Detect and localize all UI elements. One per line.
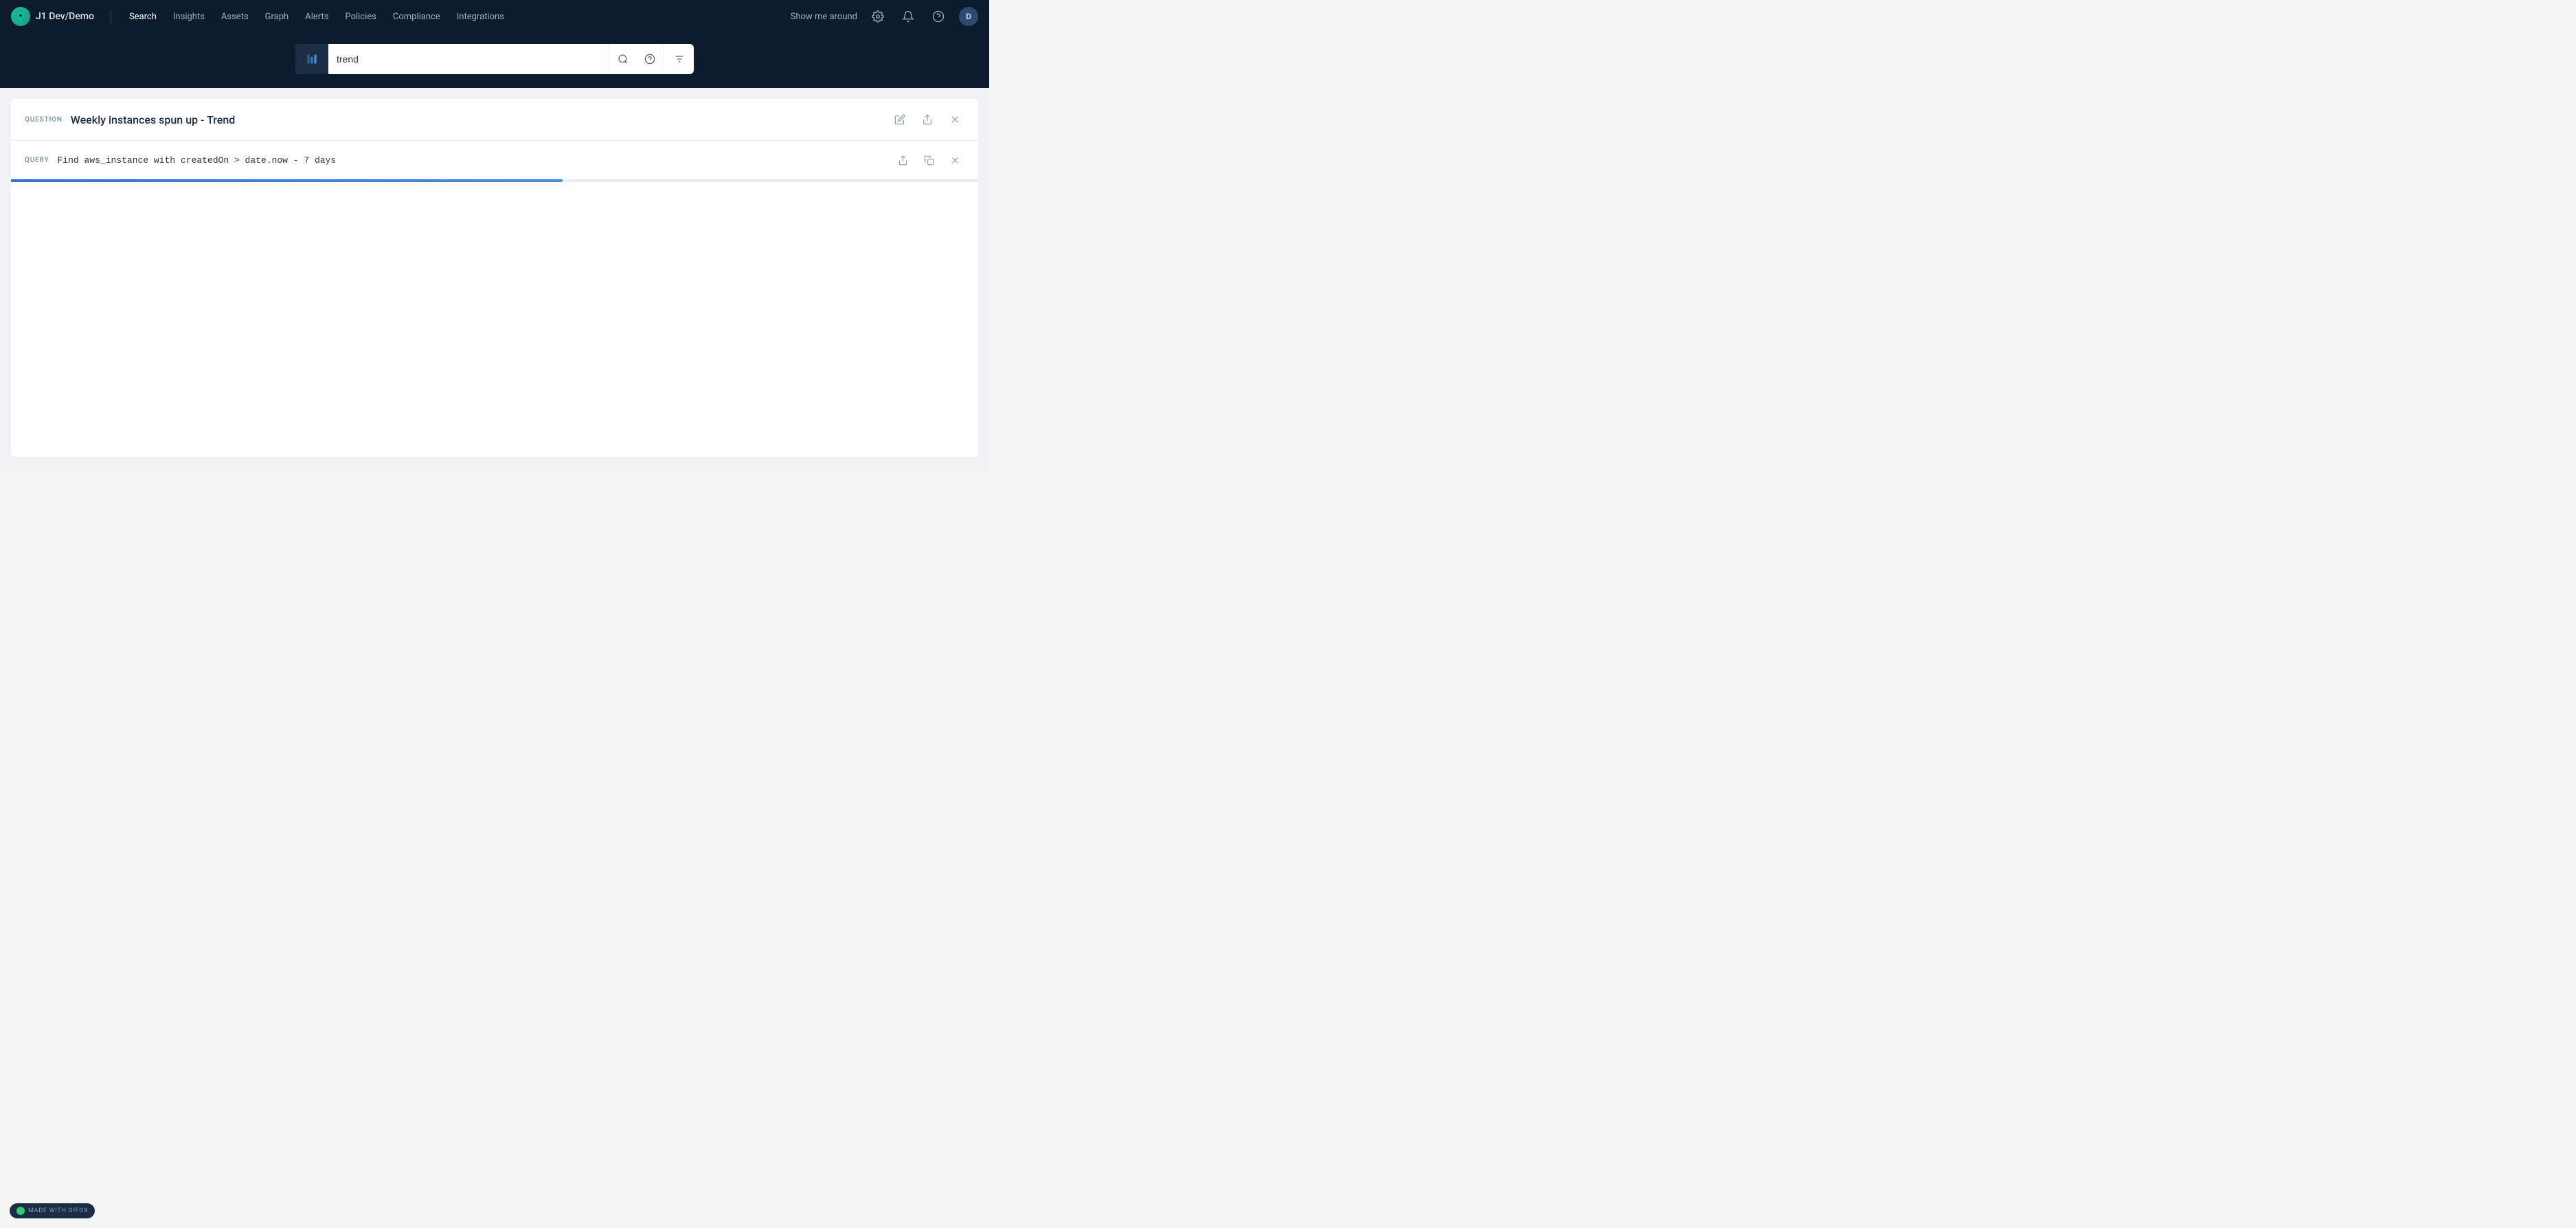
logo-icon <box>11 7 30 26</box>
search-submit-icon[interactable] <box>609 44 636 74</box>
query-share-icon[interactable] <box>893 150 912 170</box>
search-filter-icon[interactable] <box>664 44 694 74</box>
nav-link-graph[interactable]: Graph <box>258 8 296 26</box>
user-avatar[interactable]: D <box>959 7 978 26</box>
nav-right-actions: Show me around D <box>791 7 978 26</box>
search-bar-logo <box>295 44 328 74</box>
nav-link-integrations[interactable]: Integrations <box>450 8 511 26</box>
gifox-badge[interactable]: MADE WITH GIFOX <box>10 1203 95 1218</box>
nav-link-compliance[interactable]: Compliance <box>386 8 447 26</box>
edit-icon[interactable] <box>890 110 909 129</box>
nav-link-insights[interactable]: Insights <box>166 8 212 26</box>
help-icon[interactable] <box>929 7 948 26</box>
search-area <box>0 33 989 88</box>
share-icon[interactable] <box>918 110 937 129</box>
query-copy-icon[interactable] <box>919 150 938 170</box>
gifox-label: MADE WITH GIFOX <box>28 1207 88 1214</box>
settings-icon[interactable] <box>868 7 888 26</box>
top-navigation: J1 Dev/Demo Search Insights Assets Graph… <box>0 0 989 33</box>
question-title: Weekly instances spun up - Trend <box>71 113 890 126</box>
search-help-icon[interactable] <box>636 44 664 74</box>
query-label: QUERY <box>25 157 49 164</box>
search-input[interactable] <box>328 54 609 65</box>
question-actions <box>890 110 964 129</box>
search-bar <box>295 44 694 74</box>
nav-links: Search Insights Assets Graph Alerts Poli… <box>122 8 785 26</box>
progress-bar-fill <box>11 179 563 182</box>
nav-link-search[interactable]: Search <box>122 8 163 26</box>
nav-link-policies[interactable]: Policies <box>338 8 383 26</box>
nav-link-assets[interactable]: Assets <box>214 8 256 26</box>
question-label: QUESTION <box>25 116 63 124</box>
show-me-around-link[interactable]: Show me around <box>791 12 857 22</box>
app-logo[interactable]: J1 Dev/Demo <box>11 7 94 26</box>
query-actions <box>893 150 964 170</box>
result-card: QUESTION Weekly instances spun up - Tren… <box>11 99 978 457</box>
notifications-icon[interactable] <box>899 7 918 26</box>
nav-link-alerts[interactable]: Alerts <box>298 8 335 26</box>
close-icon[interactable] <box>945 110 964 129</box>
query-close-icon[interactable] <box>945 150 964 170</box>
app-name: J1 Dev/Demo <box>36 11 94 22</box>
query-text: Find aws_instance with createdOn > date.… <box>57 155 893 166</box>
progress-bar <box>11 179 978 182</box>
question-row: QUESTION Weekly instances spun up - Tren… <box>11 99 978 141</box>
content-area <box>11 182 978 457</box>
main-content: QUESTION Weekly instances spun up - Tren… <box>0 88 989 473</box>
query-row: QUERY Find aws_instance with createdOn >… <box>11 141 978 179</box>
